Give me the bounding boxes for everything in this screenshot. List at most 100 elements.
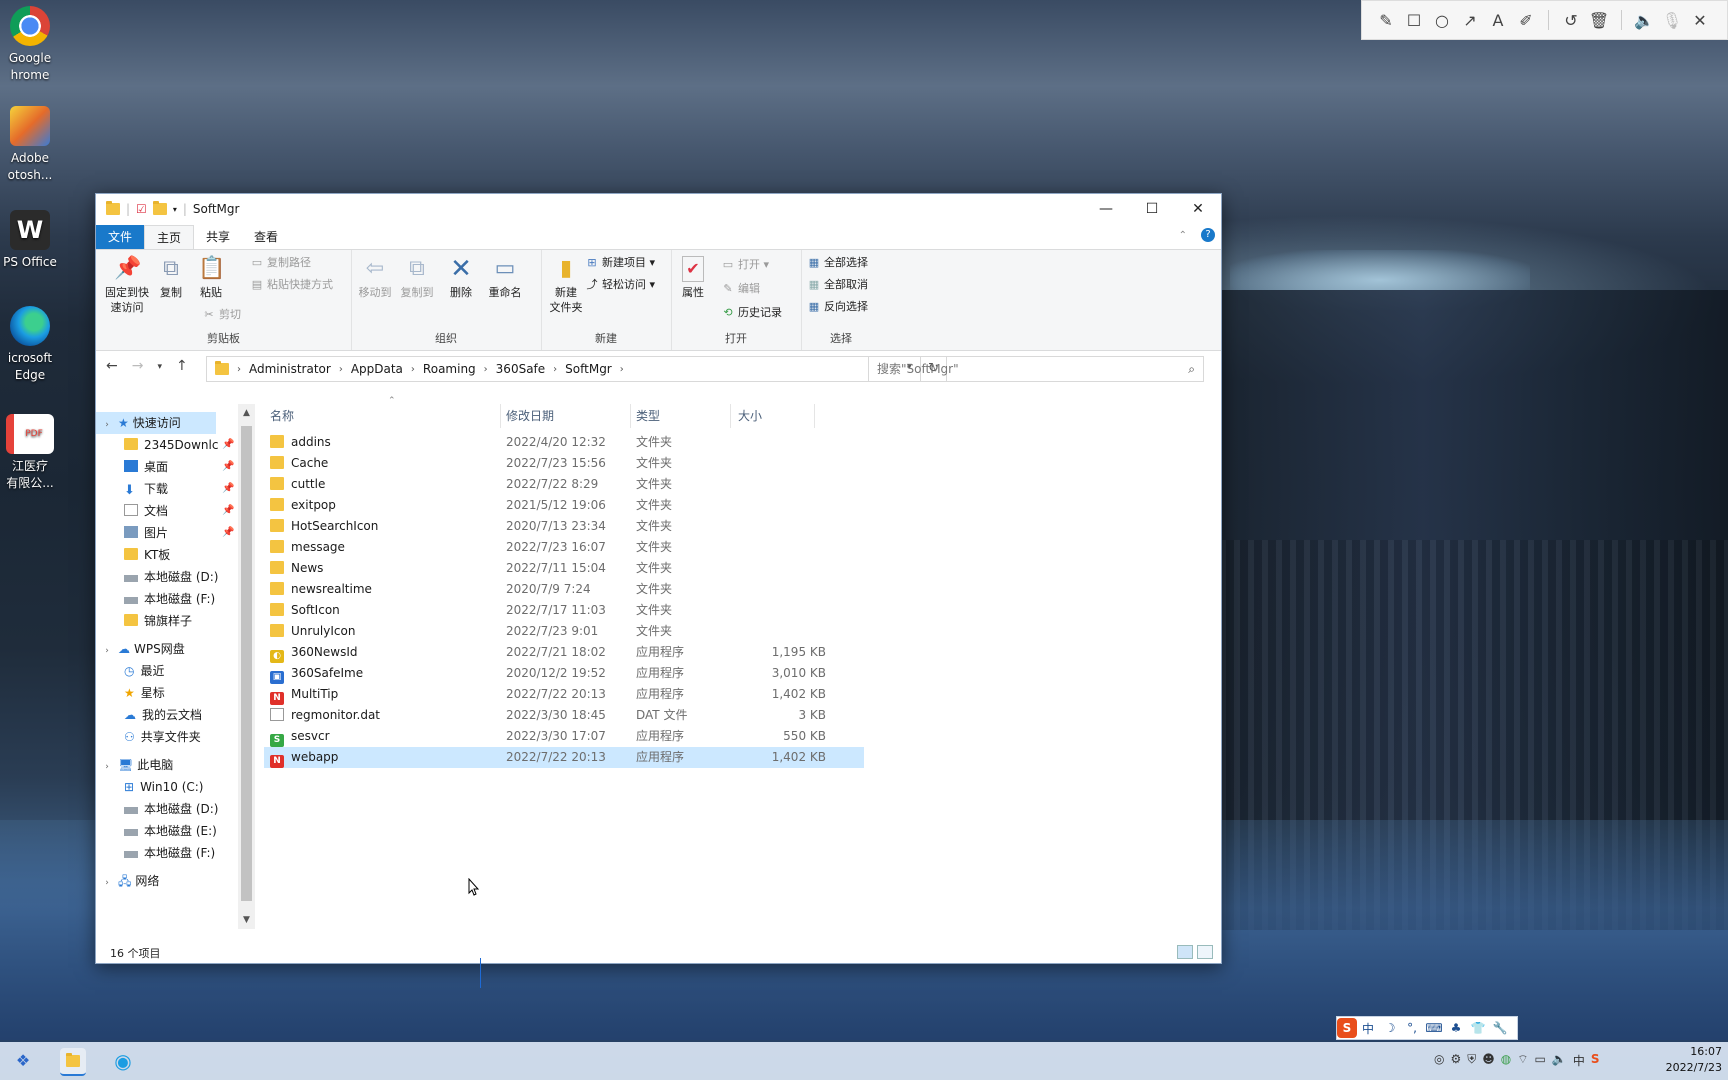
large-icons-view-icon[interactable]: [1197, 945, 1213, 959]
tray-ime-icon[interactable]: 中: [1573, 1052, 1585, 1069]
file-row[interactable]: News 2022/7/11 15:04 文件夹: [264, 558, 864, 579]
column-header-type[interactable]: 类型: [636, 404, 660, 428]
help-icon[interactable]: ?: [1201, 228, 1215, 242]
forward-arrow-icon[interactable]: →: [132, 358, 144, 376]
file-row[interactable]: HotSearchIcon 2020/7/13 23:34 文件夹: [264, 516, 864, 537]
volume-icon[interactable]: 🔈: [1630, 11, 1658, 30]
breadcrumb-roaming[interactable]: Roaming: [423, 362, 476, 376]
column-divider[interactable]: [630, 404, 631, 428]
back-arrow-icon[interactable]: ←: [106, 358, 118, 376]
pencil-icon[interactable]: ✎: [1372, 11, 1400, 30]
nav-item-banner-samples[interactable]: 锦旗样子: [124, 610, 192, 632]
maximize-button[interactable]: ☐: [1129, 194, 1175, 224]
file-row[interactable]: N MultiTip 2022/7/22 20:13 应用程序 1,402 KB: [264, 684, 864, 705]
nav-this-pc[interactable]: › 🖥 此电脑: [96, 754, 173, 776]
nav-item-2345download[interactable]: 2345Downlc 📌: [124, 434, 234, 456]
taskbar-clock[interactable]: 16:07 2022/7/23: [1666, 1044, 1722, 1076]
tray-record-icon[interactable]: ◎: [1434, 1052, 1444, 1069]
select-none-button[interactable]: ▦ 全部取消: [807, 276, 868, 294]
file-row[interactable]: regmonitor.dat 2022/3/30 18:45 DAT 文件 3 KB: [264, 705, 864, 726]
column-header-date[interactable]: 修改日期: [506, 404, 554, 428]
scroll-down-icon[interactable]: ▼: [238, 915, 255, 925]
nav-network[interactable]: › 🖧 网络: [96, 870, 159, 892]
nav-item-shared-folder[interactable]: ⚇ 共享文件夹: [124, 726, 201, 748]
desktop-icon-pdf[interactable]: PDF 江医疗 有限公...: [0, 414, 60, 492]
file-row[interactable]: ▣ 360SafeIme 2020/12/2 19:52 应用程序 3,010 KB: [264, 663, 864, 684]
desktop-icon-chrome[interactable]: Google hrome: [0, 6, 60, 84]
breadcrumb-separator-icon[interactable]: ›: [339, 364, 343, 375]
nav-item-desktop[interactable]: 桌面 📌: [124, 456, 234, 478]
tray-qq-icon[interactable]: ☻: [1482, 1052, 1495, 1069]
nav-item-documents[interactable]: 文档 📌: [124, 500, 234, 522]
collapse-ribbon-icon[interactable]: ⌃: [1179, 230, 1187, 241]
mic-icon[interactable]: 🎙: [1658, 11, 1686, 30]
keyboard-icon[interactable]: ⌨: [1423, 1021, 1445, 1035]
file-row[interactable]: UnrulyIcon 2022/7/23 9:01 文件夹: [264, 621, 864, 642]
properties-button[interactable]: ✔ 属性: [677, 256, 709, 300]
nav-item-starred[interactable]: ★ 星标: [124, 682, 165, 704]
cut-button[interactable]: ✂ 剪切: [202, 306, 241, 324]
search-input[interactable]: 搜索"SoftMgr" ⌕: [868, 356, 1204, 382]
breadcrumb-separator-icon[interactable]: ›: [237, 364, 241, 375]
tray-volume-icon[interactable]: 🔈: [1552, 1052, 1567, 1069]
column-divider[interactable]: [500, 404, 501, 428]
file-row[interactable]: exitpop 2021/5/12 19:06 文件夹: [264, 495, 864, 516]
file-row[interactable]: addins 2022/4/20 12:32 文件夹: [264, 432, 864, 453]
breadcrumb-separator-icon[interactable]: ›: [484, 364, 488, 375]
tray-wifi-icon[interactable]: ⌔: [1517, 1052, 1528, 1069]
delete-button[interactable]: ✕ 删除: [445, 256, 477, 300]
expand-chevron-icon[interactable]: ›: [96, 872, 118, 894]
column-divider[interactable]: [730, 404, 731, 428]
breadcrumb-separator-icon[interactable]: ›: [553, 364, 557, 375]
nav-item-my-cloud-docs[interactable]: ☁ 我的云文档: [124, 704, 202, 726]
close-icon[interactable]: ✕: [1686, 11, 1714, 30]
details-view-icon[interactable]: [1177, 945, 1193, 959]
nav-item-drive-f[interactable]: 本地磁盘 (F:): [124, 842, 215, 864]
file-row[interactable]: cuttle 2022/7/22 8:29 文件夹: [264, 474, 864, 495]
file-row[interactable]: newsrealtime 2020/7/9 7:24 文件夹: [264, 579, 864, 600]
nav-item-drive-c[interactable]: ⊞ Win10 (C:): [124, 776, 203, 798]
arrow-icon[interactable]: ↗: [1456, 11, 1484, 30]
new-item-button[interactable]: ⊞ 新建项目 ▾: [585, 254, 655, 272]
chevron-down-icon[interactable]: ▾: [173, 205, 177, 214]
file-row[interactable]: Cache 2022/7/23 15:56 文件夹: [264, 453, 864, 474]
column-header-name[interactable]: 名称: [270, 404, 294, 428]
nav-item-drive-d[interactable]: 本地磁盘 (D:): [124, 798, 218, 820]
column-header-size[interactable]: 大小: [738, 404, 762, 428]
recent-locations-chevron-icon[interactable]: ▾: [157, 358, 162, 376]
breadcrumb-softmgr[interactable]: SoftMgr: [565, 362, 612, 376]
moon-icon[interactable]: ☽: [1379, 1021, 1401, 1035]
move-to-button[interactable]: ⇦ 移动到: [355, 256, 395, 300]
copy-button[interactable]: ⧉ 复制: [154, 256, 188, 300]
paste-button[interactable]: 📋 粘贴: [194, 256, 228, 300]
ime-chinese-mode[interactable]: 中: [1357, 1020, 1379, 1037]
file-row[interactable]: SoftIcon 2022/7/17 11:03 文件夹: [264, 600, 864, 621]
nav-item-kt-board[interactable]: KT板: [124, 544, 170, 566]
expand-chevron-icon[interactable]: ›: [96, 756, 118, 778]
tray-network-icon[interactable]: ⚙: [1450, 1052, 1461, 1069]
nav-item-drive-e[interactable]: 本地磁盘 (E:): [124, 820, 217, 842]
nav-quick-access[interactable]: › ★ 快速访问: [96, 412, 216, 434]
skin-shirt-icon[interactable]: 👕: [1467, 1021, 1489, 1035]
select-all-button[interactable]: ▦ 全部选择: [807, 254, 868, 272]
nav-item-downloads[interactable]: ⬇ 下载 📌: [124, 478, 234, 500]
close-button[interactable]: ✕: [1175, 194, 1221, 224]
file-row[interactable]: Nwebapp 2022/7/22 20:13 应用程序 1,402 KB: [264, 747, 864, 768]
tab-home[interactable]: 主页: [144, 224, 195, 250]
desktop-icon-edge[interactable]: icrosoft Edge: [0, 306, 60, 384]
edit-button[interactable]: ✎ 编辑: [721, 280, 760, 298]
nav-item-drive-d[interactable]: 本地磁盘 (D:): [124, 566, 218, 588]
invert-selection-button[interactable]: ▦ 反向选择: [807, 298, 868, 316]
breadcrumb-administrator[interactable]: Administrator: [249, 362, 331, 376]
nav-item-recent[interactable]: ◷ 最近: [124, 660, 165, 682]
file-row[interactable]: ◐ 360NewsId 2022/7/21 18:02 应用程序 1,195 KB: [264, 642, 864, 663]
text-icon[interactable]: A: [1484, 11, 1512, 30]
edge-taskbar-icon[interactable]: ◉: [110, 1048, 136, 1074]
open-button[interactable]: ▭ 打开 ▾: [721, 256, 769, 274]
minimize-button[interactable]: —: [1083, 194, 1129, 224]
desktop-icon-wps[interactable]: W PS Office: [0, 210, 60, 271]
expand-chevron-icon[interactable]: ›: [96, 640, 118, 662]
properties-check-icon[interactable]: ☑: [136, 202, 147, 216]
rectangle-icon[interactable]: ☐: [1400, 11, 1428, 30]
start-logo-icon[interactable]: ❖: [10, 1048, 36, 1074]
